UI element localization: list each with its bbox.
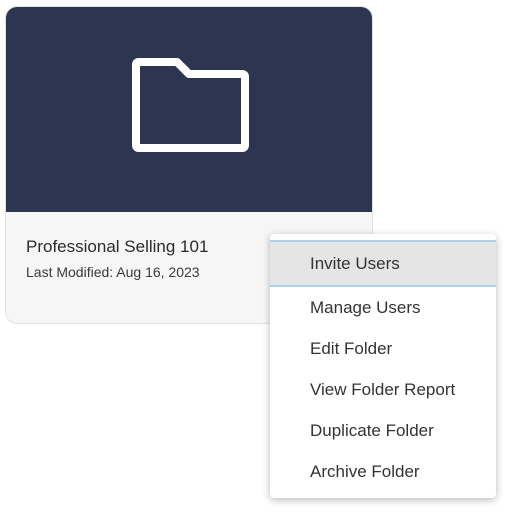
- menu-item-view-folder-report[interactable]: View Folder Report: [270, 369, 496, 410]
- folder-icon: [132, 58, 249, 152]
- menu-item-edit-folder[interactable]: Edit Folder: [270, 328, 496, 369]
- menu-item-manage-users[interactable]: Manage Users: [270, 287, 496, 328]
- menu-item-invite-users[interactable]: Invite Users: [270, 240, 496, 287]
- menu-item-archive-folder[interactable]: Archive Folder: [270, 451, 496, 492]
- folder-view: Professional Selling 101 Last Modified: …: [0, 0, 514, 514]
- menu-item-duplicate-folder[interactable]: Duplicate Folder: [270, 410, 496, 451]
- folder-context-menu: Invite Users Manage Users Edit Folder Vi…: [270, 234, 496, 498]
- folder-thumbnail[interactable]: [6, 7, 372, 212]
